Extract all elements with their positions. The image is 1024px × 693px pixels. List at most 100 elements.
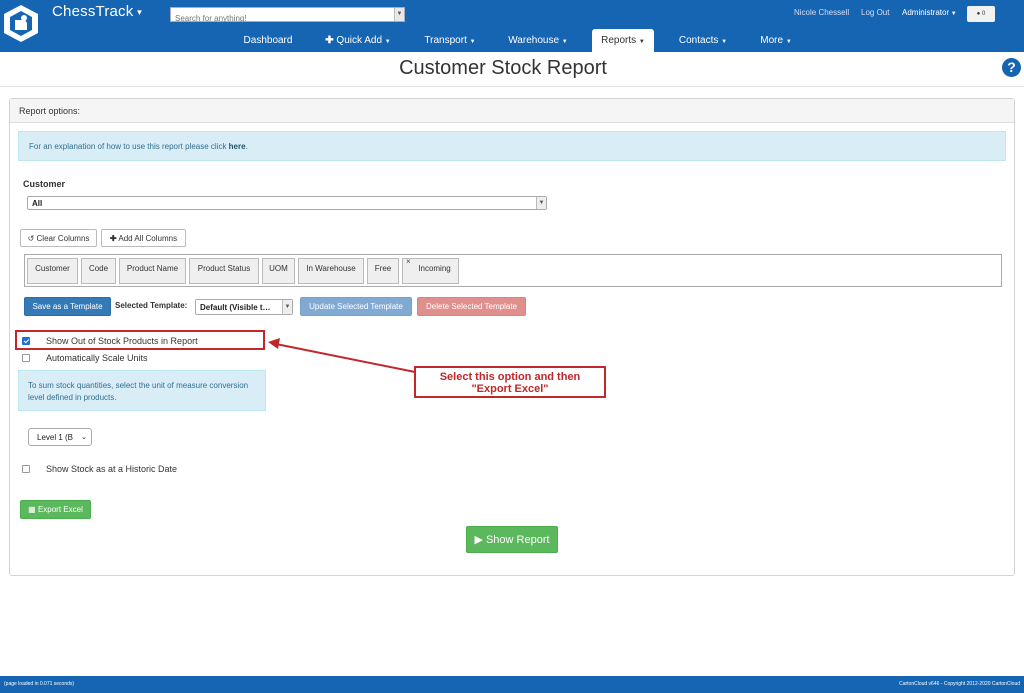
chevron-down-icon: ▼ bbox=[536, 197, 546, 209]
column-label: Incoming bbox=[418, 264, 451, 273]
nav-label: Quick Add bbox=[336, 35, 383, 46]
show-out-of-stock-label: Show Out of Stock Products in Report bbox=[46, 336, 198, 346]
nav-label: More bbox=[760, 35, 784, 46]
annotation-arrow bbox=[268, 338, 416, 373]
table-icon: ▦ bbox=[28, 505, 36, 514]
caret-down-icon: ▼ bbox=[785, 39, 792, 45]
help-info-box: For an explanation of how to use this re… bbox=[18, 131, 1006, 161]
column-chip[interactable]: In Warehouse bbox=[298, 258, 364, 284]
scale-info-box: To sum stock quantities, select the unit… bbox=[18, 370, 266, 411]
customer-select[interactable]: All ▼ bbox=[27, 196, 547, 210]
column-chip[interactable]: Product Name bbox=[119, 258, 186, 284]
caret-down-icon: ▼ bbox=[469, 39, 476, 45]
info-suffix: . bbox=[245, 142, 248, 151]
delete-template-button[interactable]: Delete Selected Template bbox=[417, 297, 526, 316]
column-label: Code bbox=[88, 264, 109, 273]
selected-template-label: Selected Template: bbox=[115, 301, 188, 310]
user-name[interactable]: Nicole Chessell bbox=[794, 8, 849, 17]
save-template-button[interactable]: Save as a Template bbox=[24, 297, 111, 316]
help-link[interactable]: here bbox=[229, 142, 246, 151]
nav-transport[interactable]: Transport ▼ bbox=[418, 29, 482, 52]
nav-label: Warehouse bbox=[508, 35, 560, 46]
annotation-line: Select this option and then bbox=[439, 371, 581, 383]
caret-down-icon: ▼ bbox=[638, 39, 645, 45]
column-chip[interactable]: Code bbox=[81, 258, 116, 284]
caret-down-icon: ▼ bbox=[721, 39, 728, 45]
global-search[interactable]: ▼ bbox=[170, 7, 405, 25]
notifications-button[interactable]: ● 0 bbox=[967, 6, 995, 22]
caret-down-icon: ▼ bbox=[135, 7, 144, 17]
chevron-down-icon: ▼ bbox=[282, 300, 292, 314]
template-select[interactable]: Default (Visible t… ▼ bbox=[195, 299, 293, 315]
show-out-of-stock-checkbox[interactable] bbox=[22, 337, 30, 345]
logout-link[interactable]: Log Out bbox=[861, 8, 889, 17]
customer-label: Customer bbox=[23, 179, 66, 189]
scale-info-line: To sum stock quantities, select the unit… bbox=[28, 381, 249, 390]
column-chip[interactable]: Customer bbox=[27, 258, 78, 284]
auto-scale-checkbox[interactable] bbox=[22, 354, 30, 362]
button-label: Add All Columns bbox=[118, 233, 178, 243]
historic-date-checkbox[interactable] bbox=[22, 465, 30, 473]
button-label: Export Excel bbox=[37, 505, 83, 514]
customer-value: All bbox=[32, 199, 43, 208]
notification-count: 0 bbox=[981, 11, 986, 17]
nav-reports[interactable]: Reports ▼ bbox=[592, 29, 654, 52]
footer: (page loaded in 0.071 seconds) CartonClo… bbox=[0, 676, 1024, 693]
level-value: Level 1 (B bbox=[37, 433, 74, 442]
brand-name[interactable]: ChessTrack ▼ bbox=[52, 3, 144, 20]
scale-info-line: level defined in products. bbox=[28, 393, 117, 402]
column-label: Product Status bbox=[197, 264, 251, 273]
annotation-line: "Export Excel" bbox=[471, 383, 549, 395]
annotation-callout: Select this option and then "Export Exce… bbox=[414, 366, 606, 398]
add-all-columns-button[interactable]: ✚ Add All Columns bbox=[101, 229, 186, 247]
role-label: Administrator bbox=[902, 8, 950, 17]
clear-columns-button[interactable]: ↺ Clear Columns bbox=[20, 229, 97, 247]
show-report-button[interactable]: ▶ Show Report bbox=[466, 526, 558, 553]
column-label: Product Name bbox=[126, 264, 179, 273]
plus-icon: ✚ bbox=[325, 35, 334, 46]
button-label: Show Report bbox=[485, 534, 550, 546]
column-chip[interactable]: × Incoming bbox=[402, 257, 459, 284]
chevron-down-icon: ⌄ bbox=[81, 434, 87, 441]
columns-selector[interactable]: Customer Code Product Name Product Statu… bbox=[24, 254, 1002, 287]
nav-label: Dashboard bbox=[243, 35, 293, 46]
page-load-time: (page loaded in 0.071 seconds) bbox=[4, 681, 75, 687]
update-template-button[interactable]: Update Selected Template bbox=[300, 297, 412, 316]
play-icon: ▶ bbox=[474, 534, 483, 546]
export-excel-button[interactable]: ▦ Export Excel bbox=[20, 500, 91, 519]
nav-label: Contacts bbox=[678, 35, 719, 46]
caret-down-icon: ▼ bbox=[949, 11, 957, 17]
nav-quick-add[interactable]: ✚ Quick Add ▼ bbox=[318, 29, 398, 52]
copyright: CartonCloud v646 - Copyright 2012-2020 C… bbox=[899, 681, 1020, 687]
info-text: For an explanation of how to use this re… bbox=[29, 142, 229, 151]
brand-text: ChessTrack bbox=[52, 3, 134, 20]
auto-scale-label: Automatically Scale Units bbox=[46, 353, 148, 363]
remove-icon[interactable]: × bbox=[406, 252, 411, 272]
caret-down-icon: ▼ bbox=[384, 39, 391, 45]
role-menu[interactable]: Administrator ▼ bbox=[902, 8, 957, 17]
nav-contacts[interactable]: Contacts ▼ bbox=[672, 29, 734, 52]
nav-dashboard[interactable]: Dashboard bbox=[236, 29, 300, 52]
column-label: In Warehouse bbox=[306, 264, 356, 273]
nav-warehouse[interactable]: Warehouse ▼ bbox=[502, 29, 574, 52]
column-chip[interactable]: Free bbox=[367, 258, 399, 284]
nav-more[interactable]: More ▼ bbox=[754, 29, 798, 52]
column-chip[interactable]: Product Status bbox=[189, 258, 259, 284]
page-title: Customer Stock Report bbox=[399, 57, 607, 79]
button-label: Clear Columns bbox=[36, 233, 90, 243]
top-navbar: ChessTrack▼ ▼ Nicole Chessell Log Out Ad… bbox=[0, 0, 1024, 52]
undo-icon: ↺ bbox=[27, 233, 35, 243]
search-input[interactable] bbox=[171, 12, 393, 25]
search-dropdown-icon[interactable]: ▼ bbox=[394, 8, 404, 21]
column-label: Free bbox=[374, 264, 392, 273]
plus-icon: ✚ bbox=[109, 233, 117, 243]
panel-heading: Report options: bbox=[10, 99, 1014, 123]
user-icon: ● bbox=[976, 11, 981, 17]
help-icon[interactable]: ? bbox=[1002, 58, 1021, 77]
nav-label: Reports bbox=[601, 35, 637, 46]
historic-date-label: Show Stock as at a Historic Date bbox=[46, 464, 178, 474]
column-label: UOM bbox=[269, 264, 288, 273]
column-chip[interactable]: UOM bbox=[262, 258, 295, 284]
template-value: Default (Visible t… bbox=[200, 303, 271, 312]
level-select[interactable]: Level 1 (B ⌄ bbox=[28, 428, 92, 446]
